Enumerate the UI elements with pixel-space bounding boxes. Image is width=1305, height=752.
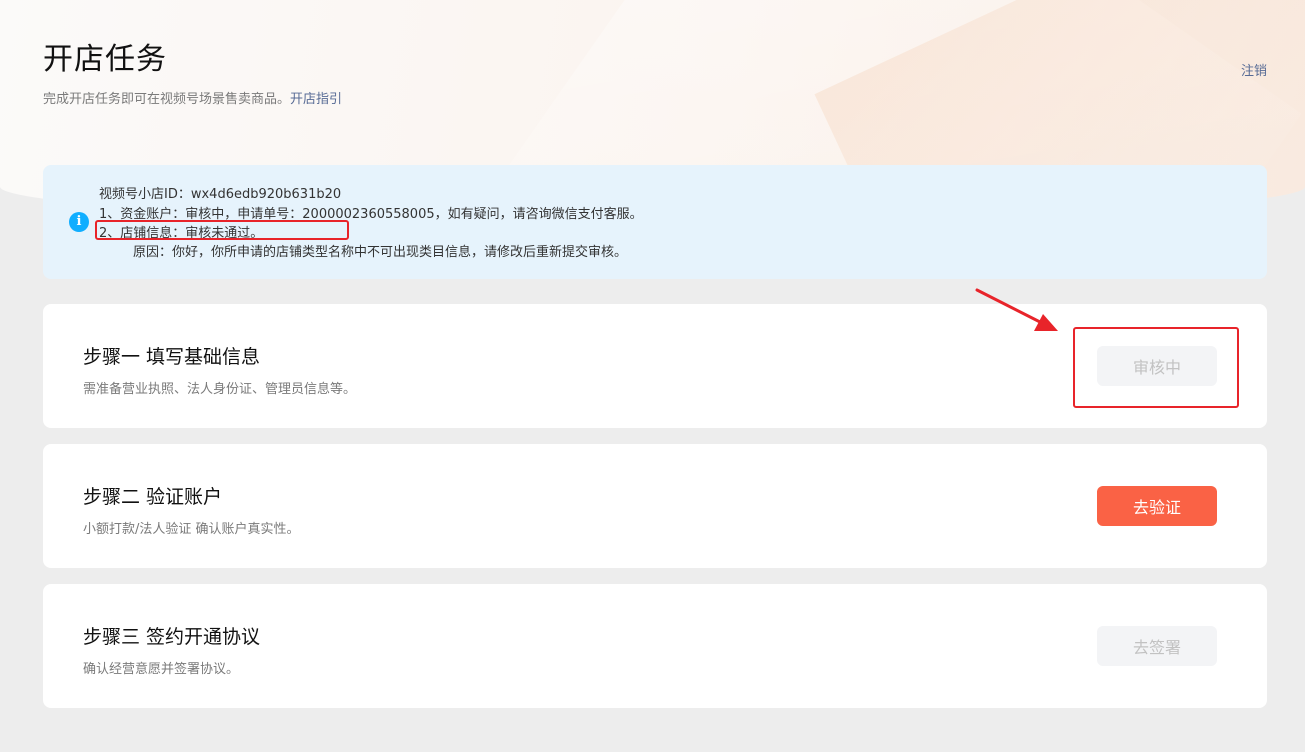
annotation-arrow-icon	[975, 288, 1058, 331]
